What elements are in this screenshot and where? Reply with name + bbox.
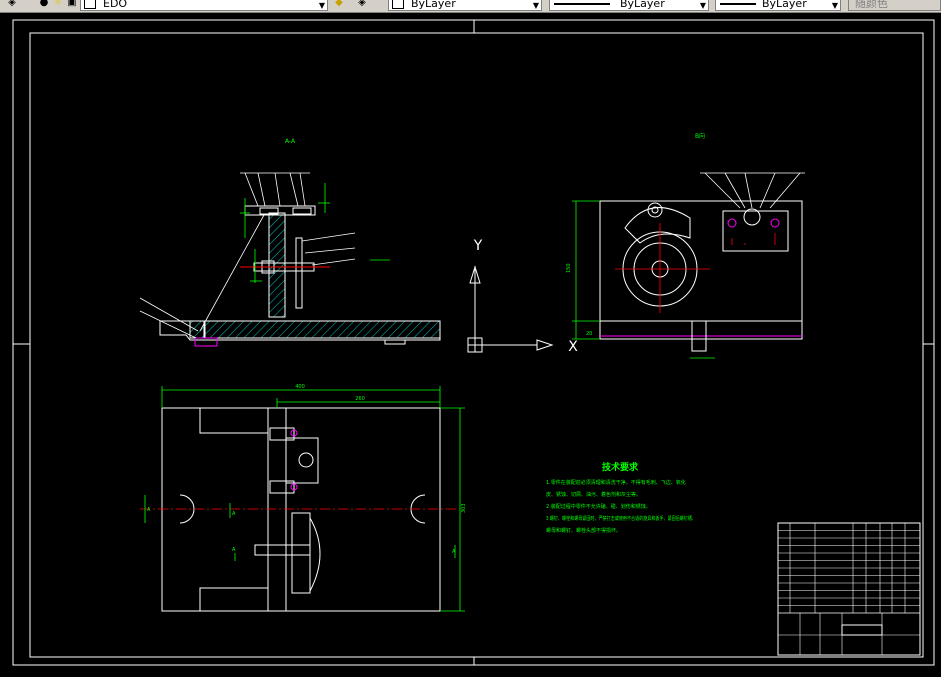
- chevron-down-icon: ▼: [831, 1, 838, 10]
- linetype-dropdown[interactable]: ByLayer ▼: [549, 0, 709, 11]
- make-layer-current-icon[interactable]: ◆: [333, 0, 345, 9]
- top-height-dim: 303: [461, 503, 467, 513]
- chevron-down-icon: ▼: [699, 1, 706, 10]
- color-value: ByLayer: [411, 0, 456, 10]
- front-leader-lines: [139, 172, 356, 339]
- top-upright: [267, 407, 287, 612]
- title-block: [777, 522, 921, 656]
- side-leader-lines: [700, 172, 805, 209]
- top-clamp-bolt: [298, 452, 314, 468]
- side-view: B向 150 20: [566, 132, 805, 359]
- side-base-dim: 20: [586, 331, 592, 337]
- notes-title: 技术要求: [602, 461, 639, 473]
- ucs-x-label: X: [568, 339, 578, 355]
- section-mark-2: A: [232, 511, 236, 517]
- ucs-icon: [467, 265, 554, 353]
- ucs-y-label: Y: [473, 238, 483, 254]
- plotstyle-dropdown[interactable]: 随颜色: [848, 0, 941, 11]
- lock-icon[interactable]: ▣: [66, 0, 78, 9]
- lineweight-value: ByLayer: [762, 0, 807, 10]
- top-clamp-plate: [291, 512, 311, 594]
- top-dimensions: [144, 386, 465, 612]
- notes-line-1: 1.零件在装配前必须清理和清洗干净，不得有毛刺、飞边、氧化: [546, 479, 686, 486]
- chevron-down-icon: ▼: [532, 1, 539, 10]
- side-view-label: B向: [695, 132, 705, 140]
- properties-toolbar: ◈ ● ☼ ▣ EDO ▼ ◆ ◈ ByLayer ▼ ByLayer ▼ By…: [0, 0, 941, 13]
- sun-freeze-icon[interactable]: ☼: [52, 0, 64, 9]
- base-hole: [194, 337, 218, 347]
- lightbulb-icon[interactable]: ●: [38, 0, 50, 9]
- linetype-sample: [554, 3, 610, 5]
- top-partial-dim: 260: [355, 396, 365, 402]
- section-mark-3: A: [232, 547, 236, 553]
- notes-line-5: 螺母和螺钉、螺栓头部不得损坏。: [546, 527, 621, 534]
- linetype-value: ByLayer: [620, 0, 665, 10]
- top-mid-bolt: [254, 544, 311, 556]
- layer-manager-icon[interactable]: ◈: [6, 0, 18, 9]
- notes-line-3: 2.装配过程中零件不允许磕、碰、划伤和锈蚀。: [546, 503, 651, 510]
- layer-dropdown[interactable]: EDO ▼: [80, 0, 328, 11]
- top-inner-edge-upper: [199, 408, 268, 434]
- top-view: 400 260 303 A A A A: [140, 384, 467, 612]
- plotstyle-value: 随颜色: [855, 0, 888, 10]
- front-view-label: A-A: [285, 138, 296, 145]
- base-left-hatch: [189, 320, 205, 339]
- lineweight-sample: [720, 3, 756, 5]
- notes-line-4: 3.螺钉、螺栓和螺母紧固时，严禁打击或使用不合适的旋具和扳手，紧固后螺钉槽、: [546, 515, 696, 522]
- rocker-arm-hub: [647, 202, 663, 218]
- side-upright-plate: [599, 200, 803, 322]
- notes-line-2: 皮、锈蚀、切屑、油污、着色剂和灰尘等。: [546, 491, 641, 498]
- base-foot: [384, 339, 406, 345]
- lineweight-dropdown[interactable]: ByLayer ▼: [715, 0, 841, 11]
- drawing-svg: A-A B向 150 20 Y X 400 260 303 A A A A 技术…: [12, 19, 935, 666]
- technical-notes: 技术要求 1.零件在装配前必须清理和清洗干净，不得有毛刺、飞边、氧化 皮、锈蚀、…: [546, 461, 696, 534]
- clamp-hole-left: [727, 218, 737, 228]
- top-overall-dim: 400: [295, 384, 305, 390]
- drawing-canvas[interactable]: A-A B向 150 20 Y X 400 260 303 A A A A 技术…: [0, 13, 941, 673]
- side-dimensions: [572, 200, 715, 359]
- top-nut-right: [292, 207, 312, 215]
- layer-color-swatch: [84, 0, 96, 9]
- top-workpiece-arc: [309, 517, 321, 592]
- upright-plate: [268, 212, 286, 318]
- section-mark-1: A: [147, 507, 151, 513]
- color-dropdown[interactable]: ByLayer ▼: [388, 0, 542, 11]
- clamp-block: [722, 210, 789, 252]
- clamp-plate: [295, 237, 303, 309]
- layer-name: EDO: [103, 0, 128, 10]
- clamp-hole-right: [770, 218, 780, 228]
- side-height-dim: 150: [566, 263, 572, 273]
- chevron-down-icon: ▼: [318, 1, 325, 10]
- layer-previous-icon[interactable]: ◈: [356, 0, 368, 9]
- top-inner-edge-lower: [199, 587, 268, 611]
- title-block-drawing-number: [841, 624, 883, 636]
- color-swatch: [392, 0, 404, 9]
- base-plate: [204, 320, 441, 339]
- section-mark-4: A: [452, 549, 456, 555]
- front-view: A-A: [139, 138, 441, 347]
